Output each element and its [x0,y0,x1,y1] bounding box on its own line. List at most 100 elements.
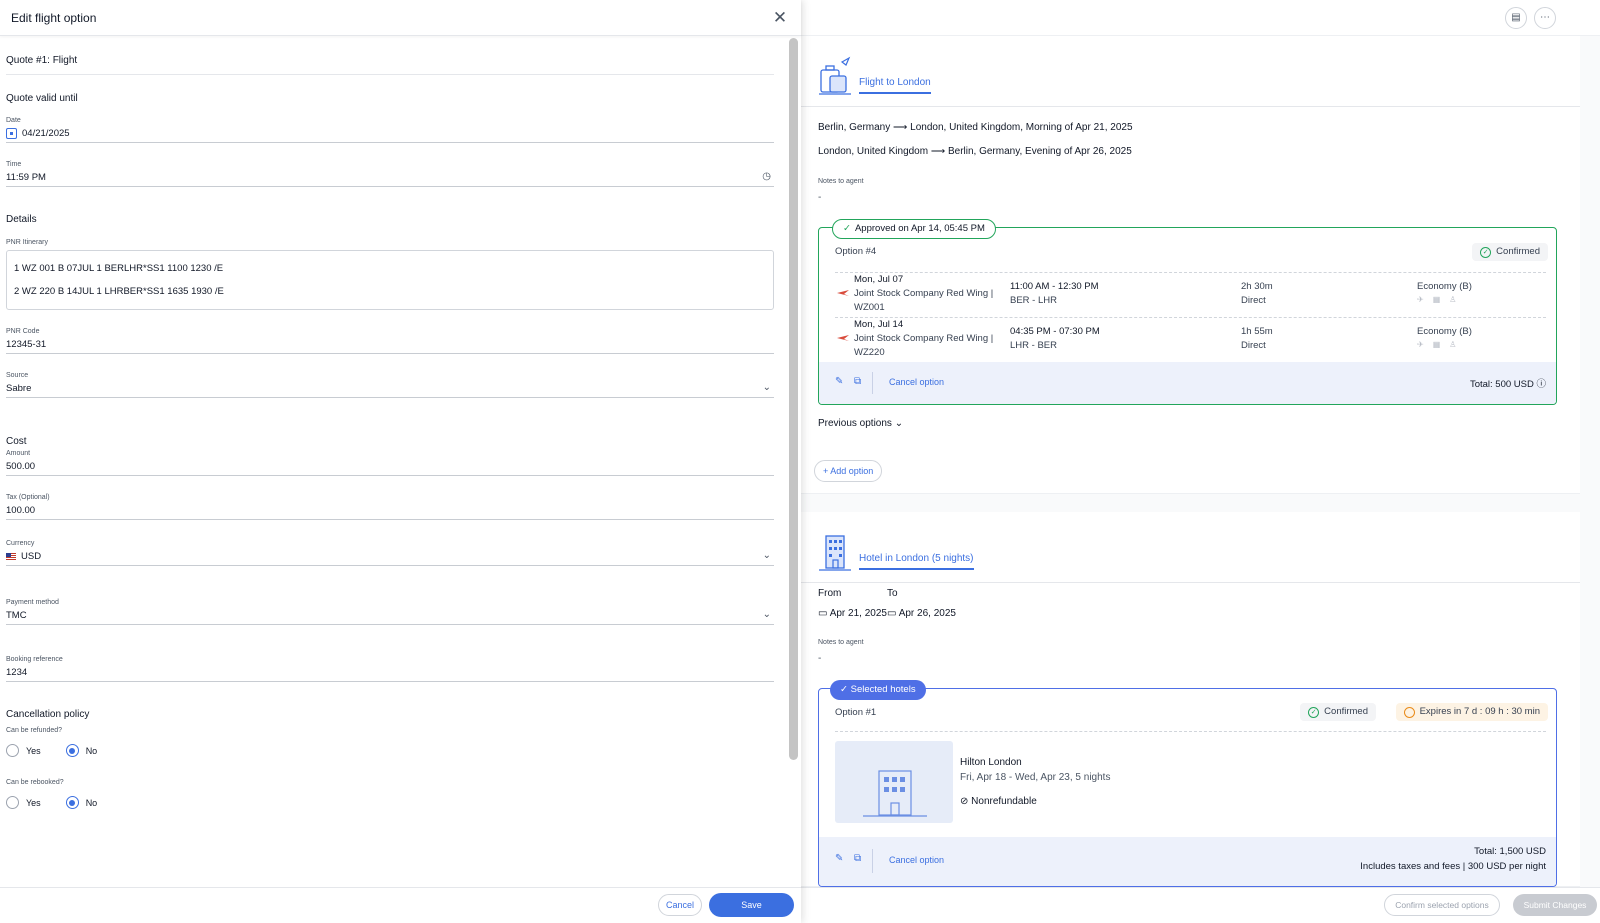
to-date-value: Apr 26, 2025 [898,608,956,619]
segment-times: 04:35 PM - 07:30 PM [1010,326,1100,337]
pnr-itinerary-field[interactable]: PNR Itinerary 1 WZ 001 B 07JUL 1 BERLHR*… [6,239,774,310]
clock-icon[interactable]: ◷ [762,171,771,182]
confirm-selected-options-button[interactable]: Confirm selected options [1384,894,1500,916]
payment-method-select[interactable]: Payment method TMC ⌄ [6,599,774,625]
tax-field[interactable]: Tax (Optional) 100.00 [6,494,774,520]
rebook-radio-group: Yes No [6,796,774,809]
option-total-sub: Includes taxes and fees | 300 USD per ni… [1360,861,1546,872]
time-field[interactable]: Time 11:59 PM ◷ [6,161,774,187]
confirmed-badge: ✓ Confirmed [1472,243,1548,261]
selected-hotels-text: Selected hotels [850,684,916,695]
option-title: Option #4 [835,246,877,257]
date-field[interactable]: Date 04/21/2025 [6,117,774,143]
more-options-icon[interactable]: ⋯ [1534,6,1556,29]
add-option-button[interactable]: + Add option [814,460,883,482]
edit-icon[interactable]: ✎ [835,853,843,864]
chevron-down-icon[interactable]: ⌄ [763,609,771,620]
time-value[interactable]: 11:59 PM [6,172,46,183]
rebook-no-label[interactable]: No [86,798,98,808]
calendar-icon: ▭ [887,608,897,619]
refund-yes-label[interactable]: Yes [26,746,41,756]
hotel-card: Hotel in London (5 nights) From To ▭ Apr… [801,512,1580,887]
segment-stops: Direct [1241,295,1266,306]
pnr-line: 2 WZ 220 B 14JUL 1 LHRBER*SS1 1635 1930 … [14,286,224,297]
add-option-label[interactable]: Add option [830,466,873,476]
pnr-code-field[interactable]: PNR Code 12345-31 [6,328,774,354]
edit-flight-drawer: Edit flight option ✕ Quote #1: Flight Qu… [0,0,801,923]
drawer-footer: Cancel Save [0,887,801,923]
flight-segment: Mon, Jul 14 Joint Stock Company Red Wing… [837,319,1537,363]
flight-tab-link[interactable]: Flight to London [859,75,931,94]
cancel-button[interactable]: Cancel [658,894,702,916]
payment-method-label: Payment method [6,599,59,606]
rebook-yes-radio[interactable] [6,796,19,809]
segment-route: BER - LHR [1010,295,1057,306]
previous-options-toggle[interactable]: Previous options ⌄ [818,418,903,429]
hotel-image [835,741,953,823]
tax-label: Tax (Optional) [6,494,50,501]
source-value[interactable]: Sabre [6,383,31,394]
drawer-scrollbar[interactable] [789,38,798,886]
time-label: Time [6,161,22,168]
amount-value[interactable]: 500.00 [6,461,35,472]
refund-question: Can be refunded? [6,727,63,734]
previous-options-label[interactable]: Previous options [818,418,892,429]
cancel-option-link[interactable]: Cancel option [889,855,944,865]
date-value[interactable]: 04/21/2025 [22,128,70,139]
copy-icon[interactable]: ⧉ [854,376,861,387]
comment-icon[interactable]: ▤ [1505,6,1527,29]
divider [835,317,1546,318]
segment-cabin: Economy (B) [1417,326,1472,337]
amenity-icons: ✈▦♙ [1417,340,1466,349]
booking-reference-field[interactable]: Booking reference 1234 [6,656,774,682]
refund-no-label[interactable]: No [86,746,98,756]
amount-label: Amount [6,450,31,457]
booking-reference-value[interactable]: 1234 [6,667,27,678]
amount-field[interactable]: Amount 500.00 [6,450,774,476]
divider [872,372,873,394]
refund-yes-radio[interactable] [6,744,19,757]
scroll-thumb[interactable] [789,38,798,760]
top-toolbar: ▤ ⋯ [801,0,1600,36]
pnr-code-label: PNR Code [6,328,40,335]
close-icon[interactable]: ✕ [771,8,789,27]
pnr-itinerary-textarea[interactable]: 1 WZ 001 B 07JUL 1 BERLHR*SS1 1100 1230 … [6,250,774,310]
cancellation-heading: Cancellation policy [6,709,90,720]
rebook-no-radio[interactable] [65,796,79,809]
chevron-down-icon[interactable]: ⌄ [895,418,903,429]
tax-value[interactable]: 100.00 [6,505,35,516]
submit-changes-button[interactable]: Submit Changes [1513,894,1597,916]
approved-badge: ✓ Approved on Apr 14, 05:45 PM [832,219,996,239]
chevron-down-icon[interactable]: ⌄ [763,550,771,561]
segment-airline: Joint Stock Company Red Wing | [854,333,994,344]
hotel-tab-link[interactable]: Hotel in London (5 nights) [859,551,974,570]
currency-value[interactable]: USD [21,551,41,562]
trip-details-panel: ▤ ⋯ Flight to London Berlin, Germany ⟶ L… [801,0,1600,923]
from-date-value: Apr 21, 2025 [829,608,887,619]
check-circle-icon: ✓ [1480,246,1492,258]
copy-icon[interactable]: ⧉ [854,853,861,864]
segment-cabin: Economy (B) [1417,281,1472,292]
cancel-option-link[interactable]: Cancel option [889,377,944,387]
luggage-plane-icon [819,56,851,95]
pnr-line: 1 WZ 001 B 07JUL 1 BERLHR*SS1 1100 1230 … [14,263,224,274]
edit-icon[interactable]: ✎ [835,376,843,387]
info-icon[interactable]: ⓘ [1536,379,1546,390]
payment-method-value[interactable]: TMC [6,610,27,621]
flight-option-box: ✓ Approved on Apr 14, 05:45 PM Option #4 … [818,219,1557,405]
calendar-icon[interactable] [6,128,17,139]
save-button[interactable]: Save [709,893,794,917]
rebook-yes-label[interactable]: Yes [26,798,41,808]
divider [835,731,1546,732]
segment-duration: 2h 30m [1241,281,1273,292]
currency-select[interactable]: Currency USD ⌄ [6,540,774,566]
source-select[interactable]: Source Sabre ⌄ [6,372,774,398]
pnr-code-value[interactable]: 12345-31 [6,339,46,350]
airline-logo-icon [837,335,849,341]
chevron-down-icon[interactable]: ⌄ [763,382,771,393]
segment-stops: Direct [1241,340,1266,351]
refund-no-radio[interactable] [65,744,79,757]
plus-icon: + [823,466,829,476]
segment-date: Mon, Jul 07 [854,274,904,285]
segment-airline: Joint Stock Company Red Wing | [854,288,994,299]
